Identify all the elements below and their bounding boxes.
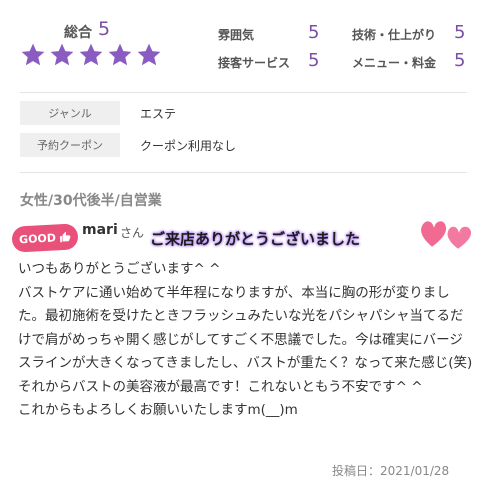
category-service-label: 接客サービス [218, 56, 291, 70]
category-atmosphere-value: 5 [308, 22, 320, 43]
divider [20, 172, 467, 173]
post-date: 投稿日：2021/01/28 [332, 464, 450, 478]
divider [20, 92, 467, 93]
coupon-value: クーポン利用なし [140, 139, 237, 153]
genre-value: エステ [140, 107, 177, 121]
category-menu-value: 5 [454, 50, 466, 71]
category-atmosphere-label: 雰囲気 [218, 28, 255, 42]
reply-banner: ご来店ありがとうございました [150, 230, 361, 248]
good-badge-label: GOOD [18, 230, 57, 246]
overall-rating-value: 5 [98, 18, 111, 40]
category-menu-label: メニュー・料金 [352, 56, 437, 70]
reviewer-meta: 女性/30代後半/自営業 [20, 193, 162, 209]
category-technique-value: 5 [454, 22, 466, 43]
category-service-value: 5 [308, 50, 320, 71]
category-technique-label: 技術・仕上がり [352, 28, 437, 42]
star-icon [50, 43, 74, 66]
thumbs-up-icon [59, 231, 71, 243]
star-icon [21, 43, 45, 66]
hearts-icon [419, 219, 474, 252]
coupon-label: 予約クーポン [20, 133, 120, 157]
reviewer-username[interactable]: mari [82, 222, 118, 238]
good-badge: GOOD [11, 223, 79, 253]
star-icon [108, 43, 132, 66]
star-icon [79, 43, 103, 66]
overall-rating-label: 総合 [64, 25, 92, 41]
review-body: いつもありがとうございます^ ^ バストケアに通い始めて半年程になりますが、本当… [18, 261, 473, 418]
genre-label: ジャンル [20, 101, 120, 125]
star-icon [137, 43, 161, 66]
username-honorific: さん [120, 226, 145, 240]
star-rating [20, 42, 162, 68]
